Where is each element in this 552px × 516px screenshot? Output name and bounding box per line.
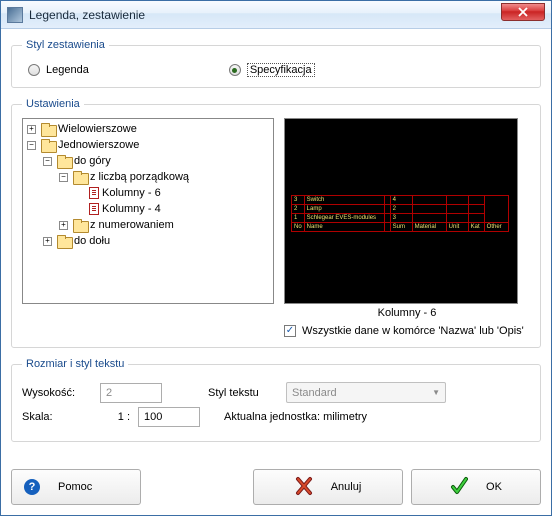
tree-node-withordinal[interactable]: − z liczbą porządkową [59, 169, 271, 185]
collapse-icon[interactable]: − [59, 173, 68, 182]
document-icon [89, 203, 99, 215]
document-icon [89, 187, 99, 199]
preview-caption: Kolumny - 6 [284, 307, 530, 319]
radio-specyfikacja-label: Specyfikacja [247, 63, 315, 77]
radio-legenda-icon [28, 64, 40, 76]
folder-icon [73, 219, 87, 231]
textstyle-value: Standard [292, 387, 337, 399]
help-button[interactable]: ? Pomoc [11, 469, 141, 505]
style-group: Styl zestawienia Legenda Specyfikacja [11, 39, 541, 88]
help-icon: ? [24, 479, 40, 495]
expand-icon[interactable]: + [59, 221, 68, 230]
checkbox-alldata[interactable] [284, 325, 296, 337]
tree-view[interactable]: + Wielowierszowe − Jednowierszowe [22, 118, 274, 304]
radio-specyfikacja-icon [229, 64, 241, 76]
scale-input[interactable] [138, 407, 200, 427]
height-input [100, 383, 162, 403]
close-button[interactable] [501, 3, 545, 21]
radio-legenda-label: Legenda [46, 64, 89, 76]
folder-icon [41, 139, 55, 151]
tree-node-withnumbering[interactable]: + z numerowaniem [59, 217, 271, 233]
folder-icon [57, 235, 71, 247]
dialog-body: Styl zestawienia Legenda Specyfikacja Us… [1, 29, 551, 515]
settings-group: Ustawienia + Wielowierszowe [11, 98, 541, 348]
expand-icon[interactable]: + [43, 237, 52, 246]
scale-prefix: 1 : [100, 411, 130, 423]
preview-table: 3Switch42Lamp21Schlegear EVES-modules3No… [291, 195, 509, 232]
textstyle-label: Styl tekstu [208, 387, 278, 399]
tree-node-col4[interactable]: Kolumny - 4 [75, 201, 271, 217]
check-icon [450, 476, 468, 499]
textsize-group: Rozmiar i styl tekstu Wysokość: Styl tek… [11, 358, 541, 442]
chevron-down-icon: ▼ [432, 388, 440, 397]
dialog-window: Legenda, zestawienie Styl zestawienia Le… [0, 0, 552, 516]
tree-node-col6[interactable]: Kolumny - 6 [75, 185, 271, 201]
tree-node-up[interactable]: − do góry [43, 153, 271, 169]
height-label: Wysokość: [22, 387, 92, 399]
help-button-label: Pomoc [58, 481, 92, 493]
folder-icon [41, 123, 55, 135]
app-icon [7, 7, 23, 23]
preview-pane: 3Switch42Lamp21Schlegear EVES-modules3No… [284, 118, 518, 304]
scale-label: Skala: [22, 411, 92, 423]
collapse-icon[interactable]: − [27, 141, 36, 150]
textstyle-select: Standard ▼ [286, 382, 446, 403]
tree-node-multi[interactable]: + Wielowierszowe [27, 121, 271, 137]
ok-button-label: OK [486, 481, 502, 493]
unit-label: Aktualna jednostka: milimetry [224, 411, 367, 423]
folder-icon [73, 171, 87, 183]
checkbox-alldata-label: Wszystkie dane w komórce 'Nazwa' lub 'Op… [302, 325, 524, 337]
tree-node-single[interactable]: − Jednowierszowe [27, 137, 271, 153]
expand-icon[interactable]: + [27, 125, 36, 134]
preview-column: 3Switch42Lamp21Schlegear EVES-modules3No… [284, 118, 530, 337]
cancel-icon [295, 476, 313, 499]
folder-icon [57, 155, 71, 167]
window-title: Legenda, zestawienie [29, 8, 145, 22]
style-group-legend: Styl zestawienia [22, 39, 109, 51]
radio-legenda[interactable]: Legenda [28, 63, 89, 77]
cancel-button[interactable]: Anuluj [253, 469, 403, 505]
tree-node-down[interactable]: + do dołu [43, 233, 271, 249]
radio-specyfikacja[interactable]: Specyfikacja [229, 63, 315, 77]
titlebar: Legenda, zestawienie [1, 1, 551, 29]
settings-group-legend: Ustawienia [22, 98, 84, 110]
collapse-icon[interactable]: − [43, 157, 52, 166]
button-row: ? Pomoc Anuluj OK [11, 467, 541, 505]
close-icon [518, 7, 528, 17]
textsize-group-legend: Rozmiar i styl tekstu [22, 358, 128, 370]
ok-button[interactable]: OK [411, 469, 541, 505]
cancel-button-label: Anuluj [331, 481, 362, 493]
